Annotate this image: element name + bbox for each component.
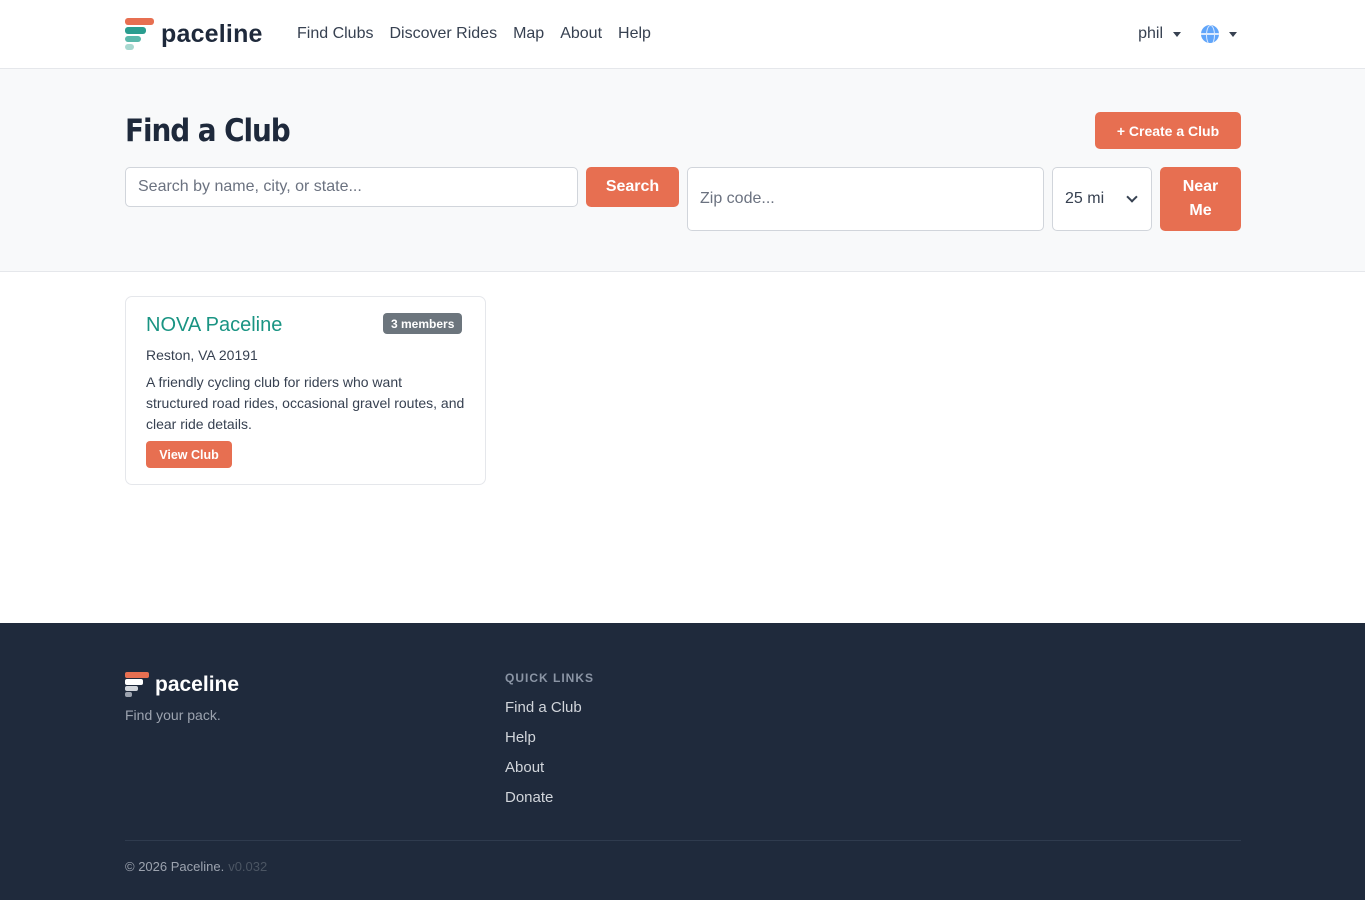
footer-brand-name: paceline	[155, 673, 240, 696]
caret-down-icon	[1229, 31, 1237, 37]
footer: paceline Find your pack. QUICK LINKS Fin…	[0, 623, 1365, 900]
near-me-button[interactable]: Near Me	[1160, 167, 1241, 231]
brand-name: paceline	[161, 19, 263, 48]
club-description: A friendly cycling club for riders who w…	[146, 374, 465, 432]
caret-down-icon	[1173, 31, 1181, 37]
search-input[interactable]: Search by name, city, or state...	[125, 167, 578, 207]
footer-link-donate[interactable]: Donate	[505, 789, 553, 806]
chevron-down-icon	[1126, 191, 1138, 203]
paceline-logo-icon	[125, 672, 149, 698]
search-section: Find a Club + Create a Club Search by na…	[0, 69, 1365, 272]
navbar: paceline Find Clubs Discover Rides Map A…	[0, 0, 1365, 69]
footer-divider	[125, 840, 1241, 841]
nav-about[interactable]: About	[560, 24, 602, 44]
language-dropdown[interactable]	[1201, 25, 1237, 43]
footer-brand: paceline	[125, 672, 239, 698]
copyright: © 2026 Paceline. v0.032	[125, 859, 267, 874]
club-location: Reston, VA 20191	[146, 347, 258, 363]
club-name-link[interactable]: NOVA Paceline	[146, 314, 282, 337]
radius-select[interactable]: 25 mi	[1052, 167, 1152, 231]
brand-link[interactable]: paceline	[125, 18, 263, 50]
user-menu-dropdown[interactable]: phil	[1138, 24, 1181, 44]
view-club-button[interactable]: View Club	[146, 441, 232, 468]
page-title: Find a Club	[125, 113, 291, 149]
nav-discover-rides[interactable]: Discover Rides	[389, 24, 497, 44]
footer-link-about[interactable]: About	[505, 759, 544, 776]
copyright-text: © 2026 Paceline.	[125, 859, 225, 874]
nav-help[interactable]: Help	[618, 24, 651, 44]
radius-selected-value: 25 mi	[1065, 190, 1105, 207]
footer-link-find-club[interactable]: Find a Club	[505, 699, 582, 716]
nav-find-clubs[interactable]: Find Clubs	[297, 24, 373, 44]
footer-tagline: Find your pack.	[125, 707, 221, 723]
version-label: v0.032	[228, 859, 268, 874]
quick-links-heading: QUICK LINKS	[505, 671, 594, 685]
member-count-badge: 3 members	[383, 313, 463, 334]
create-club-button[interactable]: + Create a Club	[1095, 112, 1241, 149]
nav-map[interactable]: Map	[513, 24, 544, 44]
main-nav: Find Clubs Discover Rides Map About Help	[297, 24, 651, 44]
footer-link-help[interactable]: Help	[505, 729, 536, 746]
club-card: NOVA Paceline 3 members Reston, VA 20191…	[125, 296, 486, 485]
zip-code-input[interactable]: Zip code...	[687, 167, 1044, 231]
quick-links-list: Find a Club Help About Donate	[505, 699, 582, 819]
paceline-logo-icon	[125, 18, 154, 50]
user-name: phil	[1138, 25, 1163, 42]
nav-right: phil	[1138, 24, 1237, 44]
globe-icon	[1201, 25, 1219, 43]
search-button[interactable]: Search	[586, 167, 679, 207]
